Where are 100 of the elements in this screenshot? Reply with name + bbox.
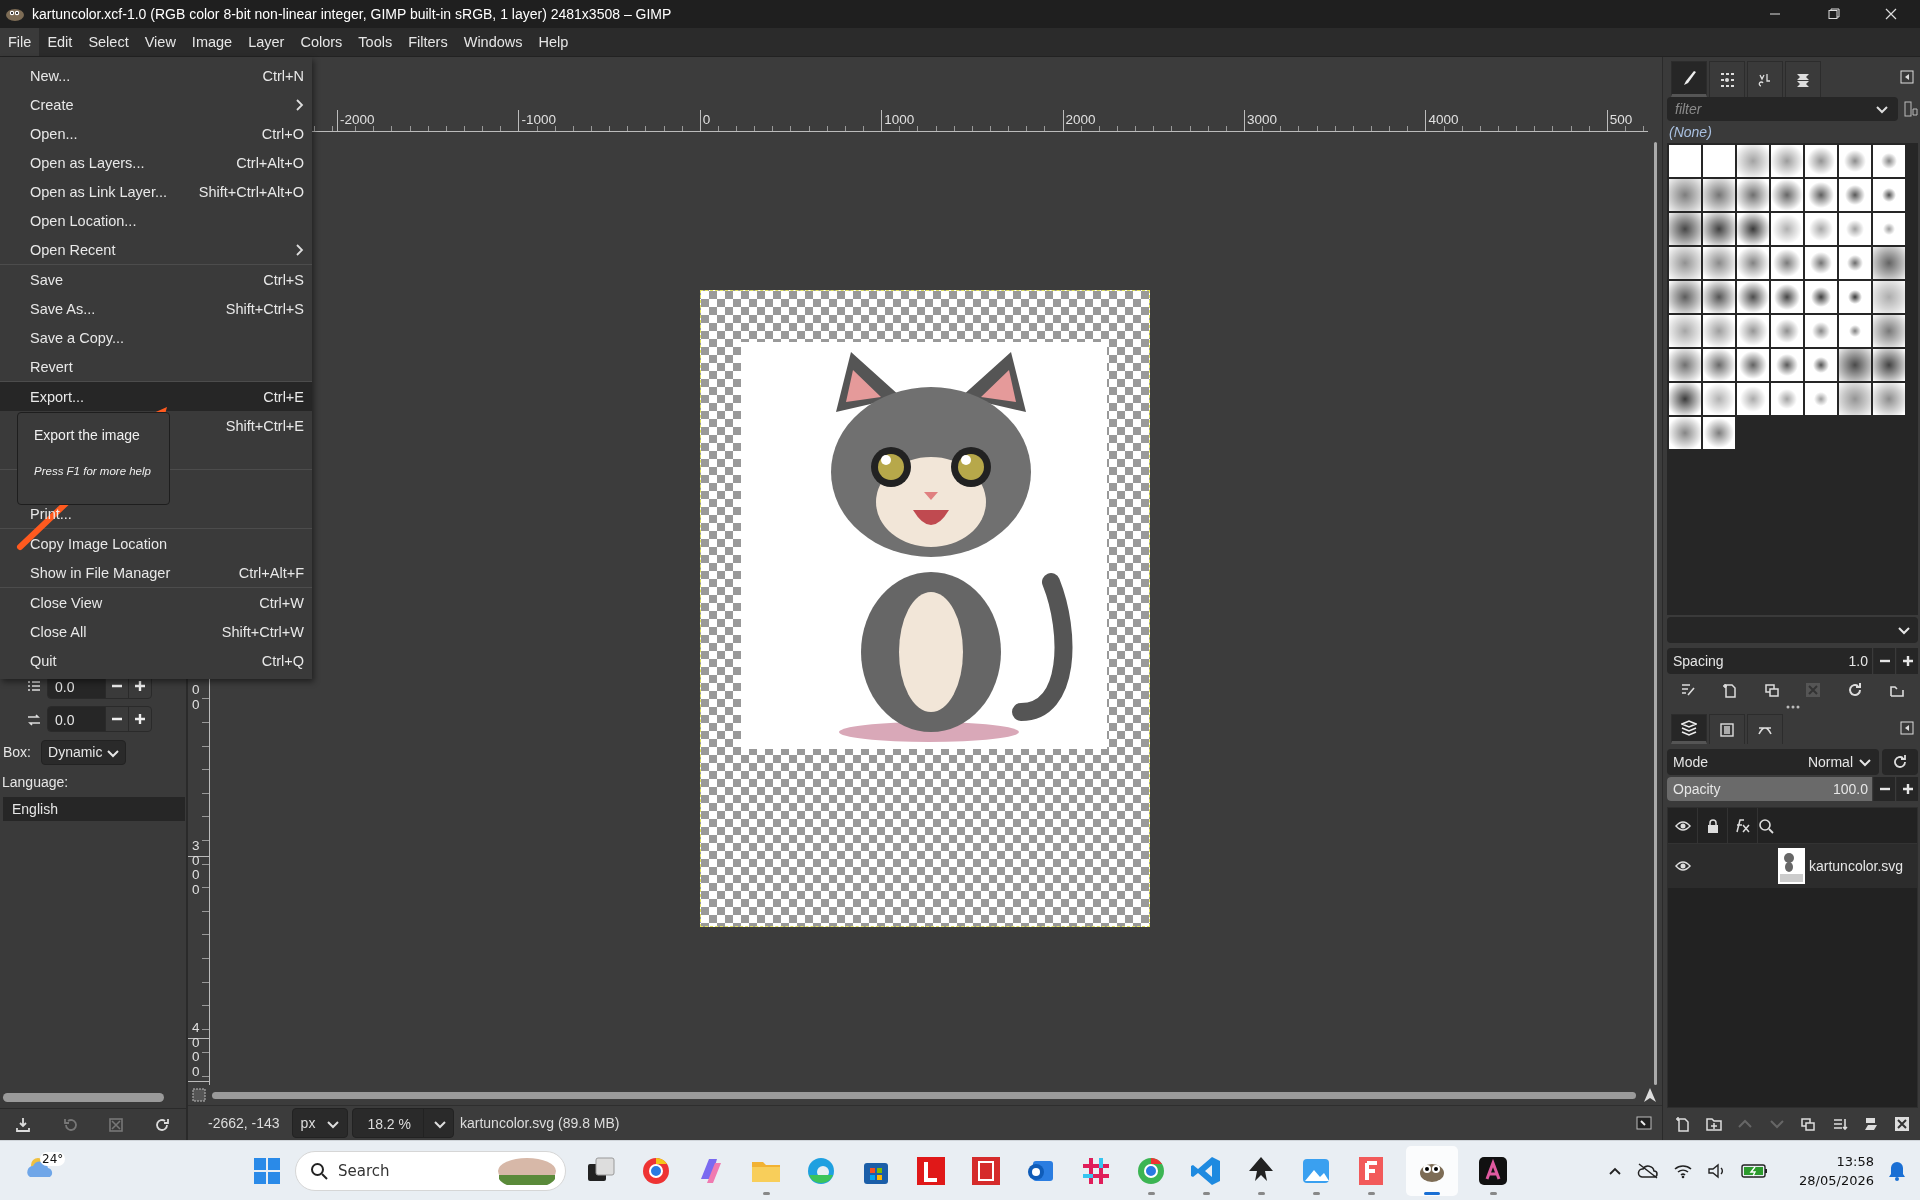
letter-a-icon[interactable] (1477, 1154, 1509, 1187)
menu-item[interactable]: Open... Ctrl+O (0, 119, 312, 148)
brush-thumbnail[interactable] (1669, 179, 1701, 211)
layers-icon[interactable] (1681, 720, 1697, 736)
menu-item[interactable]: Layer (240, 28, 293, 56)
navigation-icon[interactable] (1636, 1115, 1652, 1131)
layered-shapes-icon[interactable] (1795, 71, 1811, 88)
brush-thumbnail[interactable] (1703, 315, 1735, 347)
brush-thumbnail[interactable] (1737, 213, 1769, 245)
menu-item[interactable]: Windows (455, 28, 531, 56)
brush-thumbnail[interactable] (1737, 315, 1769, 347)
slider[interactable]: Opacity 100.0 (1667, 777, 1872, 801)
menu-item[interactable]: Save As... Shift+Ctrl+S (0, 294, 312, 323)
brush-thumbnail[interactable] (1669, 247, 1701, 279)
dock-menu-icon[interactable] (1900, 70, 1914, 84)
duplicate-icon[interactable] (1800, 1116, 1817, 1132)
close-icon[interactable] (1884, 8, 1898, 20)
menu-item[interactable]: Create (0, 90, 312, 119)
menu-item[interactable]: Help (530, 28, 577, 56)
brush-thumbnail[interactable] (1669, 383, 1701, 415)
menu-item[interactable]: View (136, 28, 184, 56)
search-icon[interactable] (1758, 817, 1774, 834)
composite-mode-button[interactable] (1882, 749, 1918, 775)
start-icon[interactable] (254, 1157, 280, 1184)
brush-thumbnail[interactable] (1873, 281, 1905, 313)
notification-bell-icon[interactable] (1888, 1160, 1906, 1181)
brush-thumbnail[interactable] (1873, 315, 1905, 347)
brush-thumbnail[interactable] (1839, 315, 1871, 347)
brush-thumbnail[interactable] (1737, 383, 1769, 415)
brush-thumbnail[interactable] (1703, 383, 1735, 415)
menu-item[interactable]: Open Recent (0, 235, 312, 264)
decrease-button[interactable] (1873, 648, 1895, 674)
brush-thumbnail[interactable] (1805, 281, 1837, 313)
menu-item[interactable]: Image (183, 28, 241, 56)
scrollbar[interactable] (3, 1093, 164, 1102)
letters-icon[interactable] (1757, 71, 1773, 88)
delete-icon[interactable] (1894, 1116, 1911, 1132)
merge-down-icon[interactable] (1831, 1116, 1848, 1132)
menu-item[interactable]: Quit Ctrl+Q (0, 646, 312, 675)
dock-tab[interactable] (1671, 61, 1707, 97)
brush-thumbnail[interactable] (1669, 417, 1701, 449)
brush-thumbnail[interactable] (1771, 213, 1803, 245)
menu-item[interactable]: Show in File Manager Ctrl+Alt+F (0, 558, 312, 587)
new-group-icon[interactable] (1706, 1116, 1723, 1132)
language-field[interactable]: English (3, 797, 185, 821)
brush-thumbnail[interactable] (1771, 383, 1803, 415)
brush-thumbnail[interactable] (1873, 213, 1905, 245)
document-icon[interactable] (970, 1154, 1002, 1187)
brush-thumbnail[interactable] (1839, 145, 1871, 177)
letter-l-icon[interactable] (915, 1154, 947, 1187)
menu-item[interactable]: Open Location... (0, 206, 312, 235)
eye-icon[interactable] (1675, 858, 1691, 874)
brush-thumbnail[interactable] (1703, 247, 1735, 279)
restore-icon[interactable] (61, 1116, 78, 1133)
brush-thumbnail[interactable] (1771, 349, 1803, 381)
box-dropdown[interactable]: Dynamic (41, 739, 127, 765)
brush-thumbnail[interactable] (1703, 281, 1735, 313)
tag-icon[interactable] (1904, 101, 1918, 117)
filter-field[interactable]: filter (1667, 97, 1898, 121)
brush-thumbnail[interactable] (1771, 145, 1803, 177)
brush-thumbnail[interactable] (1839, 213, 1871, 245)
menu-item[interactable]: Select (80, 28, 137, 56)
menu-item[interactable]: Revert (0, 352, 312, 381)
vertical-scrollbar[interactable] (1653, 142, 1657, 1085)
navigate-arrow-icon[interactable] (1642, 1087, 1658, 1103)
brush-thumbnail[interactable] (1805, 179, 1837, 211)
mode-dropdown[interactable]: Mode Normal (1667, 749, 1879, 775)
brush-thumbnail[interactable] (1737, 179, 1769, 211)
clock-time[interactable]: 13:58 (1836, 1151, 1874, 1171)
battery-icon[interactable] (1741, 1162, 1770, 1179)
brush-thumbnail[interactable] (1873, 349, 1905, 381)
horizontal-scrollbar[interactable] (212, 1091, 1636, 1099)
menu-item[interactable]: New... Ctrl+N (0, 61, 312, 90)
save-preset-icon[interactable] (15, 1116, 32, 1133)
brush-thumbnail[interactable] (1737, 247, 1769, 279)
brush-thumbnail[interactable] (1669, 349, 1701, 381)
refresh-icon[interactable] (1847, 682, 1864, 698)
increase-button[interactable] (1896, 648, 1918, 674)
quick-mask-icon[interactable] (192, 1088, 206, 1102)
brush-thumbnail[interactable] (1669, 315, 1701, 347)
layer-row[interactable]: kartuncolor.svg (1668, 844, 1917, 888)
brush-thumbnail[interactable] (1737, 281, 1769, 313)
effects-icon[interactable] (1733, 817, 1752, 834)
menu-item[interactable]: Save Ctrl+S (0, 265, 312, 294)
dotted-square-icon[interactable] (1719, 71, 1735, 88)
unit-dropdown[interactable]: px (291, 1108, 349, 1138)
dock-menu-icon[interactable] (1900, 721, 1914, 735)
menu-item[interactable]: Filters (400, 28, 456, 56)
menu-item[interactable]: Close All Shift+Ctrl+W (0, 617, 312, 646)
brush-thumbnail[interactable] (1737, 349, 1769, 381)
reset-icon[interactable] (154, 1116, 171, 1133)
brush-thumbnail[interactable] (1703, 213, 1735, 245)
plus-icon[interactable] (132, 678, 148, 694)
search-field[interactable]: Search (295, 1150, 566, 1191)
brush-thumbnail[interactable] (1737, 145, 1769, 177)
spin-field[interactable]: 0.0 (47, 706, 152, 732)
menu-item[interactable]: Export... Ctrl+E (0, 382, 312, 411)
brush-thumbnail[interactable] (1805, 213, 1837, 245)
wifi-icon[interactable] (1673, 1162, 1694, 1179)
code-editor-icon[interactable] (1190, 1154, 1222, 1187)
